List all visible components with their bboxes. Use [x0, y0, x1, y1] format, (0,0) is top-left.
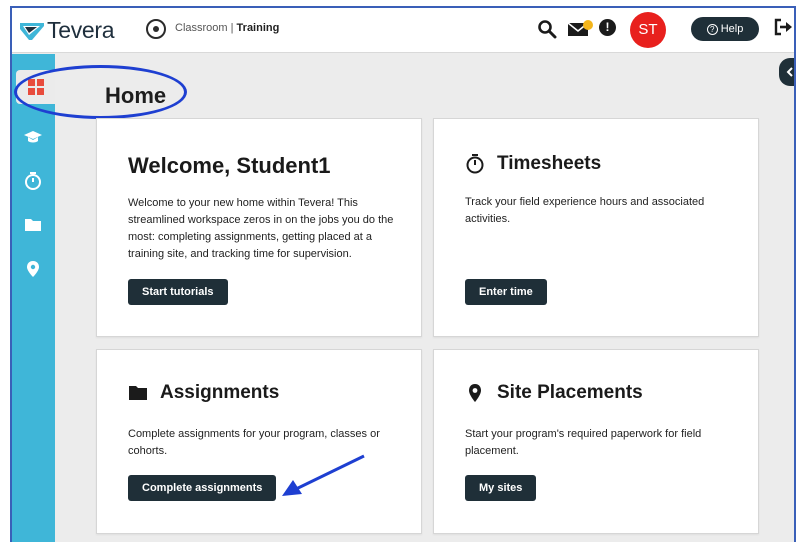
- breadcrumb-context: Classroom |: [175, 22, 237, 34]
- stopwatch-icon: [25, 172, 41, 190]
- folder-icon: [129, 386, 147, 400]
- placements-title: Site Placements: [497, 382, 643, 403]
- top-bar: Tevera Classroom | Training ! ST ? Help: [12, 8, 794, 53]
- search-icon[interactable]: [537, 19, 557, 39]
- sidebar-item-courses[interactable]: [16, 120, 50, 154]
- alert-icon[interactable]: !: [599, 19, 616, 36]
- annotation-arrow: [282, 454, 365, 496]
- welcome-card: Welcome, Student1 Welcome to your new ho…: [96, 118, 422, 337]
- mail-icon[interactable]: [568, 19, 594, 39]
- help-label: Help: [720, 23, 744, 35]
- enter-time-button[interactable]: Enter time: [465, 279, 547, 305]
- timesheets-heading: Timesheets: [465, 153, 601, 175]
- folder-icon: [25, 219, 41, 231]
- help-question-icon: ?: [706, 23, 718, 35]
- site-placements-card: Site Placements Start your program's req…: [433, 349, 759, 534]
- timesheets-description: Track your field experience hours and as…: [465, 196, 705, 225]
- chevron-left-icon: [786, 67, 793, 77]
- placements-description: Start your program's required paperwork …: [465, 428, 702, 457]
- my-sites-button[interactable]: My sites: [465, 475, 537, 501]
- logo-check-icon: [20, 22, 44, 40]
- graduation-cap-icon: [24, 131, 42, 143]
- assignments-title: Assignments: [160, 382, 280, 403]
- brand-name: Tevera: [47, 17, 115, 43]
- complete-assignments-button[interactable]: Complete assignments: [128, 475, 277, 501]
- help-button[interactable]: ? Help: [691, 17, 759, 41]
- collapse-panel-button[interactable]: [779, 58, 794, 86]
- sidebar: [12, 54, 55, 542]
- breadcrumb-current: Training: [236, 22, 280, 34]
- app-window: Tevera Classroom | Training ! ST ? Help: [10, 6, 796, 542]
- welcome-title: Welcome, Student1: [128, 153, 331, 178]
- breadcrumb: Classroom | Training: [175, 22, 279, 34]
- placements-heading: Site Placements: [465, 382, 643, 404]
- class-chooser-icon[interactable]: [146, 19, 166, 39]
- assignments-card: Assignments Complete assignments for you…: [96, 349, 422, 534]
- welcome-description: Welcome to your new home within Tevera! …: [128, 197, 394, 260]
- start-tutorials-button[interactable]: Start tutorials: [128, 279, 228, 305]
- assignments-heading: Assignments: [128, 382, 279, 404]
- map-pin-icon: [27, 261, 39, 277]
- map-pin-icon: [469, 384, 481, 402]
- sidebar-item-placements[interactable]: [16, 252, 50, 286]
- timesheets-card: Timesheets Track your field experience h…: [433, 118, 759, 337]
- stopwatch-icon: [466, 154, 484, 174]
- sidebar-item-assignments[interactable]: [16, 208, 50, 242]
- annotation-ellipse: [14, 65, 187, 119]
- avatar[interactable]: ST: [630, 12, 666, 48]
- timesheets-title: Timesheets: [497, 153, 602, 174]
- logout-icon[interactable]: [774, 18, 792, 36]
- sidebar-item-timesheets[interactable]: [16, 164, 50, 198]
- brand-logo[interactable]: Tevera: [20, 17, 115, 44]
